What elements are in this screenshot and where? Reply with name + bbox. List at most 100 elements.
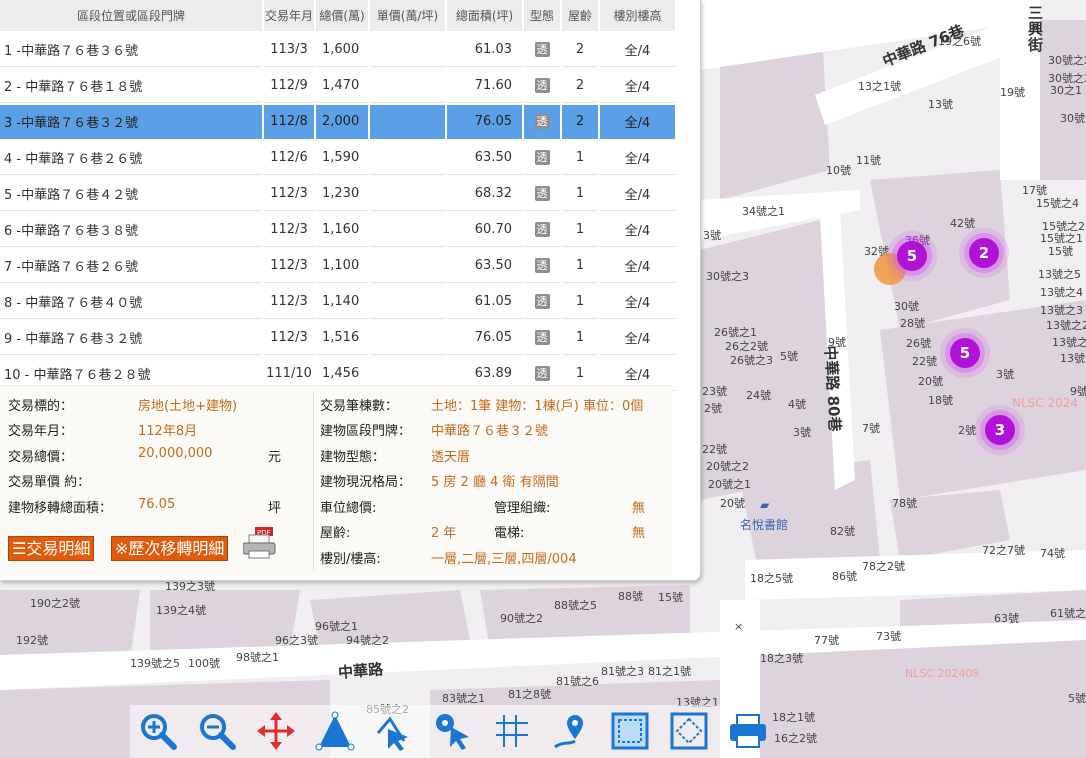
address-cell: 4 - 中華路７６巷２６號 (0, 141, 262, 175)
cluster-marker[interactable]: 5 (950, 338, 980, 368)
total-label: 交易總價： (8, 450, 74, 465)
building-type-icon: 透 (534, 258, 550, 273)
table-row[interactable]: 5 -中華路７６巷４２號 112/3 1,230 68.32 透 1 全/4 (0, 177, 675, 211)
trade-detail-button[interactable]: ☰交易明細 (8, 536, 95, 561)
pdf-print-icon[interactable]: PDF (243, 527, 277, 559)
type-cell: 透 (524, 105, 560, 139)
col-header-address: 區段位置或區段門牌 (0, 0, 262, 31)
frame-select-icon[interactable] (610, 711, 650, 751)
frame-dashed-icon[interactable] (669, 711, 709, 751)
age-cell: 2 (562, 33, 598, 67)
table-row[interactable]: 7 -中華路７６巷２６號 112/3 1,100 63.50 透 1 全/4 (0, 249, 675, 283)
target-value: 房地(土地+建物) (138, 399, 238, 414)
area-cell: 61.05 (447, 285, 522, 319)
address-label: 16之2號 (774, 732, 817, 745)
address-label: 94號之2 (346, 634, 389, 647)
locate-point-icon[interactable] (433, 711, 473, 751)
area-cell: 76.05 (447, 321, 522, 355)
route-marker-icon[interactable] (551, 711, 591, 751)
table-row[interactable]: 8 - 中華路７６巷４０號 112/3 1,140 61.05 透 1 全/4 (0, 285, 675, 319)
transfer-history-button[interactable]: ※歷次移轉明細 (111, 536, 229, 561)
address-label: 2號 (704, 402, 722, 415)
unitprice-cell (370, 33, 445, 67)
building-type-icon: 透 (534, 222, 550, 237)
address-label: 81號之6 (556, 675, 599, 688)
building-type-icon: 透 (534, 186, 550, 201)
address-cell: 3 -中華路７６巷３２號 (0, 105, 262, 139)
age-cell: 1 (562, 321, 598, 355)
type-cell: 透 (524, 141, 560, 175)
transaction-detail: 交易標的： 房地(土地+建物) 交易年月： 112年8月 交易總價： 20,00… (0, 385, 672, 576)
address-label: 30號 (1060, 112, 1085, 125)
pan-move-icon[interactable] (256, 711, 296, 751)
address-label: 18之5號 (750, 572, 793, 585)
col-header-age: 屋齡 (562, 0, 598, 31)
type-label: 建物型態： (320, 450, 386, 465)
area-cell: 63.50 (447, 249, 522, 283)
measure-distance-icon[interactable] (374, 711, 414, 751)
type-cell: 透 (524, 249, 560, 283)
type-cell: 透 (524, 213, 560, 247)
floor-value: 一層,二層,三層,四層/004 (431, 552, 577, 567)
date-cell: 112/3 (264, 285, 314, 319)
address-label: 88號 (618, 590, 643, 603)
building-type-icon: 透 (534, 366, 550, 381)
address-label: 13號之5 (1038, 268, 1081, 281)
address-label: 19號 (1000, 86, 1025, 99)
table-row[interactable]: 4 - 中華路７６巷２６號 112/6 1,590 63.50 透 1 全/4 (0, 141, 675, 175)
map-watermark-2: NLSC 202408 (905, 667, 980, 680)
address-label: 13號之4 (1040, 286, 1083, 299)
map-watermark: NLSC 2024 (1012, 396, 1079, 410)
age-label: 屋齡: (320, 526, 351, 541)
address-label: 13之1號 (858, 80, 901, 93)
floor-label: 樓別/樓高: (320, 552, 381, 567)
type-cell: 透 (524, 321, 560, 355)
address-label: 98號之1 (236, 651, 279, 664)
address-label: 13號之2 (1046, 319, 1086, 332)
building-type-icon: 透 (534, 42, 550, 57)
date-cell: 112/3 (264, 321, 314, 355)
measure-area-icon[interactable] (315, 711, 355, 751)
print-icon[interactable] (728, 711, 768, 751)
address-label: 86號 (832, 570, 857, 583)
building-type-icon: 透 (534, 78, 550, 93)
table-row[interactable]: 9 - 中華路７６巷３２號 112/3 1,516 76.05 透 1 全/4 (0, 321, 675, 355)
unitprice-cell (370, 105, 445, 139)
table-row[interactable]: 2 - 中華路７６巷１８號 112/9 1,470 71.60 透 2 全/4 (0, 69, 675, 103)
total-cell: 2,000 (316, 105, 368, 139)
parking-label: 車位總價: (320, 501, 377, 516)
road-label-80: 中華路 80巷 (821, 345, 844, 432)
address-label: 34號之1 (742, 205, 785, 218)
total-value: 20,000,000 (138, 446, 213, 461)
zoom-in-icon[interactable] (138, 711, 178, 751)
address-cell: 6 -中華路７６巷３８號 (0, 213, 262, 247)
col-header-area: 總面積(坪) (447, 0, 522, 31)
address-label: 192號 (16, 634, 48, 647)
date-cell: 113/3 (264, 33, 314, 67)
col-header-total: 總價(萬) (316, 0, 368, 31)
cluster-marker[interactable]: 2 (969, 238, 999, 268)
address-cell: 2 - 中華路７６巷１８號 (0, 69, 262, 103)
cluster-marker[interactable]: 5 (897, 241, 927, 271)
address-label: 3號 (996, 368, 1014, 381)
address-label: 42號 (950, 217, 975, 230)
unitprice-cell (370, 177, 445, 211)
layout-label: 建物現況格局： (320, 475, 412, 490)
table-row[interactable]: 1 -中華路７６巷３６號 113/3 1,600 61.03 透 2 全/4 (0, 33, 675, 67)
table-row[interactable]: 3 -中華路７６巷３２號 112/8 2,000 76.05 透 2 全/4 (0, 105, 675, 139)
address-label: 100號 (188, 657, 220, 670)
table-row[interactable]: 6 -中華路７６巷３８號 112/3 1,160 60.70 透 1 全/4 (0, 213, 675, 247)
address-cell: 8 - 中華路７６巷４０號 (0, 285, 262, 319)
total-cell: 1,516 (316, 321, 368, 355)
ym-value: 112年8月 (138, 424, 198, 439)
zoom-out-icon[interactable] (197, 711, 237, 751)
total-cell: 1,590 (316, 141, 368, 175)
building-type-icon: 透 (534, 150, 550, 165)
address-label: 15號 (658, 591, 683, 604)
total-cell: 1,470 (316, 69, 368, 103)
cluster-marker[interactable]: 3 (985, 415, 1015, 445)
col-header-unitprice: 單價(萬/坪) (370, 0, 445, 31)
coordinate-grid-icon[interactable] (492, 711, 532, 751)
age-cell: 1 (562, 141, 598, 175)
address-label: 61號之 (1050, 607, 1086, 620)
